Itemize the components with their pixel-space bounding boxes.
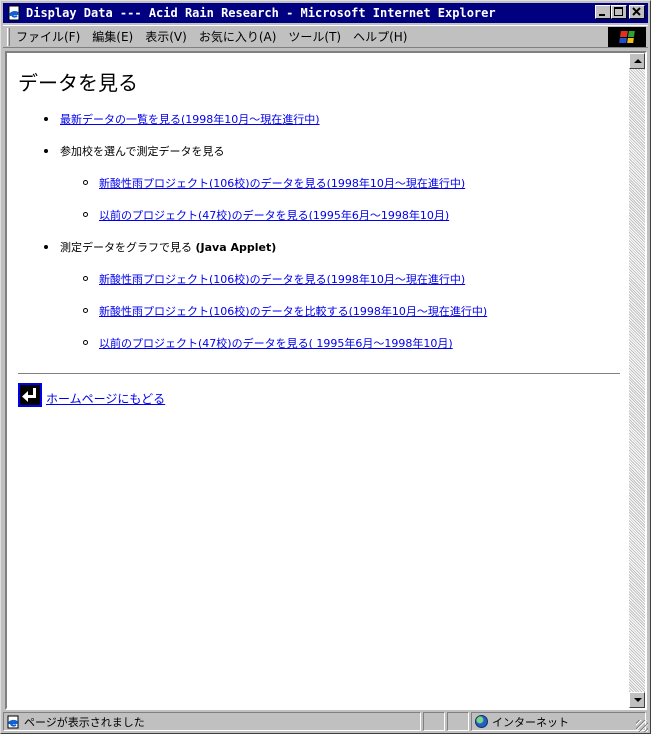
globe-icon bbox=[475, 715, 488, 728]
vertical-scrollbar[interactable] bbox=[629, 53, 645, 708]
list-item-graph-new-data: 新酸性雨プロジェクト(106校)のデータを見る(1998年10月～現在進行中) bbox=[83, 271, 465, 287]
windows-logo-throbber bbox=[608, 27, 646, 47]
latest-data-link[interactable]: 最新データの一覧を見る(1998年10月～現在進行中) bbox=[60, 113, 320, 126]
status-panel-blank bbox=[447, 712, 469, 731]
divider bbox=[18, 373, 620, 375]
resize-grip[interactable] bbox=[636, 720, 648, 732]
bullet-icon bbox=[44, 149, 48, 153]
security-zone-panel[interactable]: インターネット bbox=[471, 712, 646, 731]
menu-view[interactable]: 表示(V) bbox=[139, 28, 193, 45]
bullet-icon bbox=[44, 245, 48, 249]
window-title: Display Data --- Acid Rain Research - Mi… bbox=[26, 6, 496, 20]
home-page-link[interactable]: ホームページにもどる bbox=[46, 390, 165, 407]
by-school-label: 参加校を選んで測定データを見る bbox=[60, 145, 225, 158]
menu-tools[interactable]: ツール(T) bbox=[282, 28, 347, 45]
graph-new-data-link[interactable]: 新酸性雨プロジェクト(106校)のデータを見る(1998年10月～現在進行中) bbox=[99, 273, 465, 286]
status-bar: ページが表示されました インターネット bbox=[3, 712, 648, 732]
close-button[interactable] bbox=[629, 5, 645, 19]
window-controls bbox=[595, 5, 645, 19]
zone-text: インターネット bbox=[492, 715, 569, 729]
content-viewport: データを見る 最新データの一覧を見る(1998年10月～現在進行中) 参加校を選… bbox=[5, 51, 647, 710]
bullet-icon bbox=[44, 117, 48, 121]
list-item-old-project-data: 以前のプロジェクト(47校)のデータを見る(1995年6月～1998年10月) bbox=[83, 207, 449, 223]
status-panel-blank bbox=[423, 712, 445, 731]
list-item-latest: 最新データの一覧を見る(1998年10月～現在進行中) bbox=[44, 111, 320, 127]
page-title: データを見る bbox=[18, 71, 138, 95]
menu-bar: ファイル(F) 編集(E) 表示(V) お気に入り(A) ツール(T) ヘルプ(… bbox=[3, 25, 648, 48]
list-item-new-project-data: 新酸性雨プロジェクト(106校)のデータを見る(1998年10月～現在進行中) bbox=[83, 175, 465, 191]
title-bar[interactable]: Display Data --- Acid Rain Research - Mi… bbox=[3, 3, 648, 23]
scroll-down-button[interactable] bbox=[629, 692, 645, 708]
menu-favorites[interactable]: お気に入り(A) bbox=[193, 28, 283, 45]
menu-file[interactable]: ファイル(F) bbox=[10, 28, 86, 45]
graph-label: 測定データをグラフで見る bbox=[60, 241, 192, 254]
scroll-track[interactable] bbox=[629, 69, 645, 692]
list-item-graph-old-data: 以前のプロジェクト(47校)のデータを見る( 1995年6月～1998年10月) bbox=[83, 335, 453, 351]
home-link-row: ホームページにもどる bbox=[18, 383, 165, 407]
arrow-down-icon bbox=[634, 698, 642, 702]
list-item-by-school: 参加校を選んで測定データを見る bbox=[44, 143, 224, 159]
circle-bullet-icon bbox=[83, 276, 88, 281]
ie-page-icon bbox=[6, 715, 20, 729]
windows-logo-icon bbox=[619, 31, 635, 43]
page-content: データを見る 最新データの一覧を見る(1998年10月～現在進行中) 参加校を選… bbox=[7, 53, 629, 708]
menu-help[interactable]: ヘルプ(H) bbox=[347, 28, 413, 45]
maximize-button[interactable] bbox=[611, 5, 627, 19]
circle-bullet-icon bbox=[83, 180, 88, 185]
circle-bullet-icon bbox=[83, 212, 88, 217]
old-project-data-link[interactable]: 以前のプロジェクト(47校)のデータを見る(1995年6月～1998年10月) bbox=[99, 209, 449, 222]
circle-bullet-icon bbox=[83, 340, 88, 345]
browser-window: Display Data --- Acid Rain Research - Mi… bbox=[0, 0, 651, 734]
status-text-panel: ページが表示されました bbox=[3, 712, 421, 731]
new-project-data-link[interactable]: 新酸性雨プロジェクト(106校)のデータを見る(1998年10月～現在進行中) bbox=[99, 177, 465, 190]
status-text: ページが表示されました bbox=[24, 715, 145, 729]
graph-compare-link[interactable]: 新酸性雨プロジェクト(106校)のデータを比較する(1998年10月～現在進行中… bbox=[99, 305, 487, 318]
java-applet-label: (Java Applet) bbox=[195, 241, 277, 254]
minimize-button[interactable] bbox=[595, 5, 611, 19]
scroll-up-button[interactable] bbox=[629, 53, 645, 69]
ie-page-icon bbox=[6, 5, 22, 21]
list-item-graph-compare: 新酸性雨プロジェクト(106校)のデータを比較する(1998年10月～現在進行中… bbox=[83, 303, 487, 319]
menu-edit[interactable]: 編集(E) bbox=[86, 28, 139, 45]
graph-old-data-link[interactable]: 以前のプロジェクト(47校)のデータを見る( 1995年6月～1998年10月) bbox=[99, 337, 453, 350]
circle-bullet-icon bbox=[83, 308, 88, 313]
arrow-up-icon bbox=[634, 59, 642, 63]
list-item-graph: 測定データをグラフで見る (Java Applet) bbox=[44, 239, 276, 255]
return-arrow-icon[interactable] bbox=[18, 383, 42, 407]
